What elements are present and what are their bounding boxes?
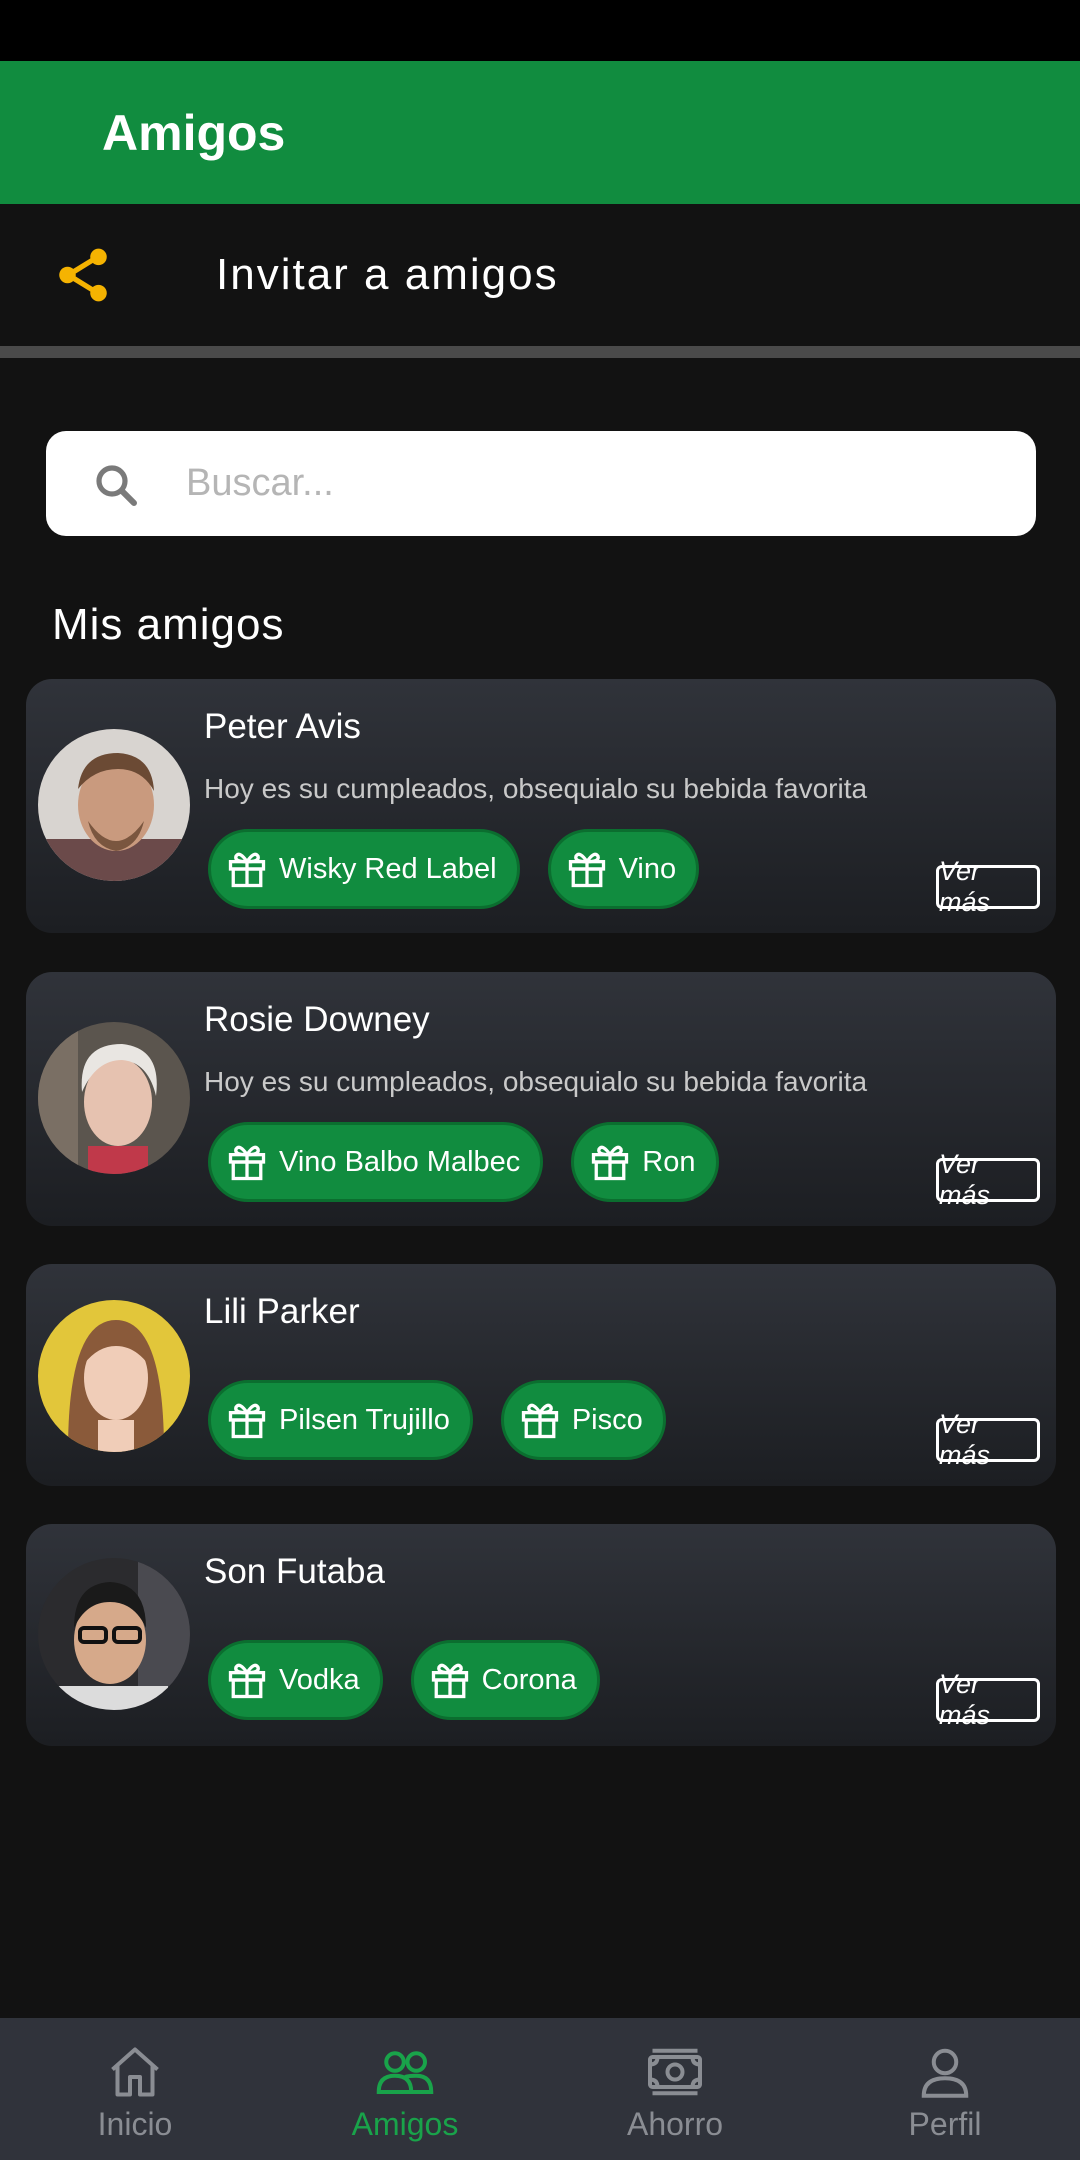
friend-card[interactable]: Rosie Downey Hoy es su cumpleados, obseq… <box>26 972 1056 1226</box>
gift-chip[interactable]: Vino Balbo Malbec <box>208 1122 544 1202</box>
profile-icon <box>921 2048 969 2098</box>
gift-icon <box>228 1403 266 1439</box>
gift-icon <box>228 1145 266 1181</box>
nav-item-ahorro[interactable]: Ahorro <box>540 2018 810 2160</box>
nav-label: Perfil <box>908 2106 982 2142</box>
invite-friends-row[interactable]: Invitar a amigos <box>0 204 1080 346</box>
gift-icon <box>592 1145 629 1181</box>
friend-name: Peter Avis <box>204 707 361 746</box>
invite-friends-label: Invitar a amigos <box>216 250 559 299</box>
gift-label: Ron <box>642 1145 696 1178</box>
see-more-button[interactable]: Ver más <box>936 1149 1040 1210</box>
money-icon <box>648 2048 702 2096</box>
friend-name: Lili Parker <box>204 1292 360 1331</box>
gift-icon <box>568 852 605 888</box>
gift-chip[interactable]: Pilsen Trujillo <box>208 1380 473 1460</box>
gift-chip[interactable]: Pisco <box>500 1380 666 1460</box>
gift-label: Pilsen Trujillo <box>279 1403 450 1436</box>
gift-label: Wisky Red Label <box>279 852 497 885</box>
gift-list: Wisky Red Label Vino <box>208 829 700 909</box>
app-bar: Amigos <box>0 61 1080 204</box>
search-box[interactable] <box>46 431 1036 536</box>
bottom-navigation: Inicio Amigos Ahorro Perfil <box>0 2018 1080 2160</box>
gift-label: Corona <box>481 1663 577 1696</box>
gift-label: Vino Balbo Malbec <box>279 1145 521 1178</box>
friends-screen: Amigos Invitar a amigos Mis amigos <box>0 0 1080 2160</box>
see-more-button[interactable]: Ver más <box>936 856 1040 917</box>
avatar <box>38 1300 190 1452</box>
search-icon <box>96 465 137 506</box>
gift-chip[interactable]: Corona <box>410 1640 600 1720</box>
nav-label: Inicio <box>97 2106 173 2142</box>
gift-chip[interactable]: Vino <box>547 829 700 909</box>
nav-label: Ahorro <box>626 2106 724 2142</box>
gift-label: Pisco <box>571 1403 643 1436</box>
gift-chip[interactable]: Vodka <box>208 1640 383 1720</box>
friend-message: Hoy es su cumpleados, obsequialo su bebi… <box>204 773 868 804</box>
status-bar <box>0 0 1080 61</box>
gift-chip[interactable]: Wisky Red Label <box>208 829 520 909</box>
gift-icon <box>228 1663 266 1699</box>
friend-name: Rosie Downey <box>204 1000 430 1039</box>
gift-list: Vino Balbo Malbec Ron <box>208 1122 719 1202</box>
search-input[interactable] <box>186 431 1006 536</box>
nav-item-perfil[interactable]: Perfil <box>810 2018 1080 2160</box>
divider <box>0 346 1080 358</box>
friend-name: Son Futaba <box>204 1552 385 1591</box>
avatar <box>38 729 190 881</box>
nav-item-amigos[interactable]: Amigos <box>270 2018 540 2160</box>
see-more-button[interactable]: Ver más <box>936 1409 1040 1470</box>
gift-icon <box>431 1663 468 1699</box>
avatar <box>38 1558 190 1710</box>
gift-label: Vino <box>618 852 677 885</box>
friend-message: Hoy es su cumpleados, obsequialo su bebi… <box>204 1066 868 1097</box>
page-title: Amigos <box>102 104 286 161</box>
see-more-button[interactable]: Ver más <box>936 1669 1040 1730</box>
nav-item-inicio[interactable]: Inicio <box>0 2018 270 2160</box>
gift-list: Pilsen Trujillo Pisco <box>208 1380 666 1460</box>
section-title: Mis amigos <box>52 600 285 649</box>
avatar <box>38 1022 190 1174</box>
gift-label: Vodka <box>279 1663 360 1696</box>
friends-icon <box>376 2051 434 2094</box>
home-icon <box>111 2047 159 2097</box>
share-icon <box>59 248 107 302</box>
gift-icon <box>228 852 266 888</box>
friend-card[interactable]: Lili Parker Pilsen Trujillo Pisco Ver má <box>26 1264 1056 1486</box>
friend-card[interactable]: Son Futaba Vodka Corona Ver más <box>26 1524 1056 1746</box>
nav-label: Amigos <box>351 2106 459 2142</box>
gift-chip[interactable]: Ron <box>571 1122 719 1202</box>
gift-icon <box>521 1403 558 1439</box>
friend-card[interactable]: Peter Avis Hoy es su cumpleados, obsequi… <box>26 679 1056 933</box>
gift-list: Vodka Corona <box>208 1640 600 1720</box>
